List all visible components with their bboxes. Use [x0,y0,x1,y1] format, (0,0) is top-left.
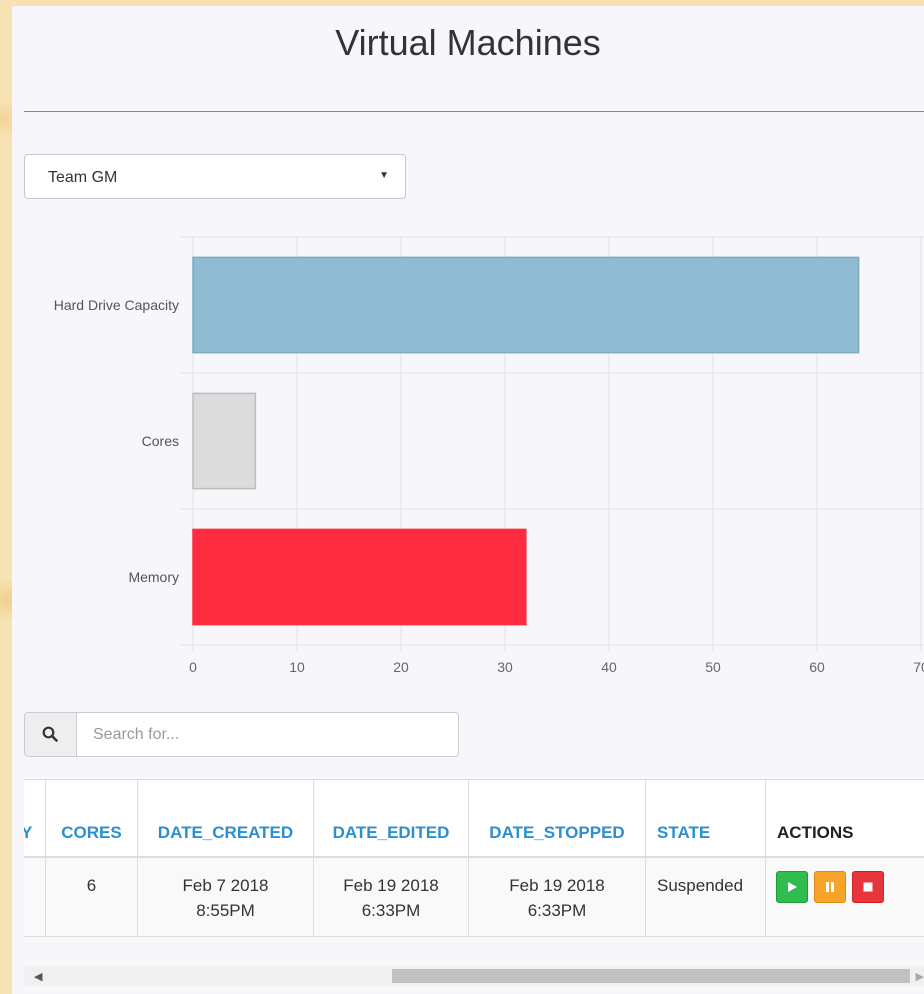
table-header-row: Y CORES DATE_CREATED DATE_EDITED DATE_ST… [24,779,924,858]
x-tick-label: 20 [393,659,409,675]
page-title: Virtual Machines [335,22,601,63]
x-tick-label: 10 [289,659,305,675]
play-icon [788,882,797,892]
y-category-label: Memory [128,569,179,585]
table-cell-state: Suspended [646,858,766,936]
team-select-value: Team GM [48,169,118,186]
scroll-left-icon[interactable]: ◀ [34,970,42,983]
column-header-cores[interactable]: CORES [46,780,138,856]
status-text: Suspended [657,876,744,895]
x-tick-label: 70 [913,659,924,675]
column-header-date-edited[interactable]: DATE_EDITED [314,780,469,856]
stop-vm-button[interactable] [852,871,884,903]
column-header-date-stopped[interactable]: DATE_STOPPED [469,780,646,856]
start-vm-button[interactable] [776,871,808,903]
x-tick-label: 50 [705,659,721,675]
chevron-down-icon: ▼ [379,170,389,181]
table-cell-date-stopped: Feb 19 2018 6:33PM [469,858,646,936]
bar-hard-drive-capacity[interactable] [192,256,860,354]
title-divider [24,111,924,112]
search-icon [42,726,58,742]
x-tick-label: 0 [189,659,197,675]
column-header-state[interactable]: STATE [646,780,766,856]
y-category-label: Hard Drive Capacity [54,297,179,313]
vm-table: Y CORES DATE_CREATED DATE_EDITED DATE_ST… [24,779,924,937]
stop-icon [863,882,873,892]
pause-icon [826,882,834,892]
bar-memory[interactable] [192,528,527,626]
table-cell-cores: 6 [46,858,138,936]
team-select[interactable]: Team GM ▼ [24,154,406,199]
column-header-partial[interactable]: Y [24,780,46,856]
y-category-label: Cores [142,433,179,449]
x-tick-label: 40 [601,659,617,675]
resource-bar-chart: 0 10 20 30 40 50 60 70 Hard Drive Capacity Cores M… [54,236,924,675]
table-cell-date-created: Feb 7 2018 8:55PM [138,858,314,936]
bar-cores[interactable] [192,392,257,490]
scrollbar-thumb[interactable] [392,969,910,983]
pause-vm-button[interactable] [814,871,846,903]
search-button[interactable] [24,712,77,757]
column-header-date-created[interactable]: DATE_CREATED [138,780,314,856]
table-cell-date-edited: Feb 19 2018 6:33PM [314,858,469,936]
scroll-right-icon[interactable]: ▶ [916,970,924,983]
table-cell-partial [24,858,46,936]
table-row[interactable]: 6 Feb 7 2018 8:55PM Feb 19 2018 6:33PM F… [24,858,924,937]
horizontal-scrollbar[interactable]: ◀ ▶ [24,966,924,986]
search-input[interactable] [76,712,459,757]
x-tick-label: 30 [497,659,513,675]
x-tick-label: 60 [809,659,825,675]
table-cell-actions [766,858,924,936]
column-header-actions: ACTIONS [777,823,854,842]
